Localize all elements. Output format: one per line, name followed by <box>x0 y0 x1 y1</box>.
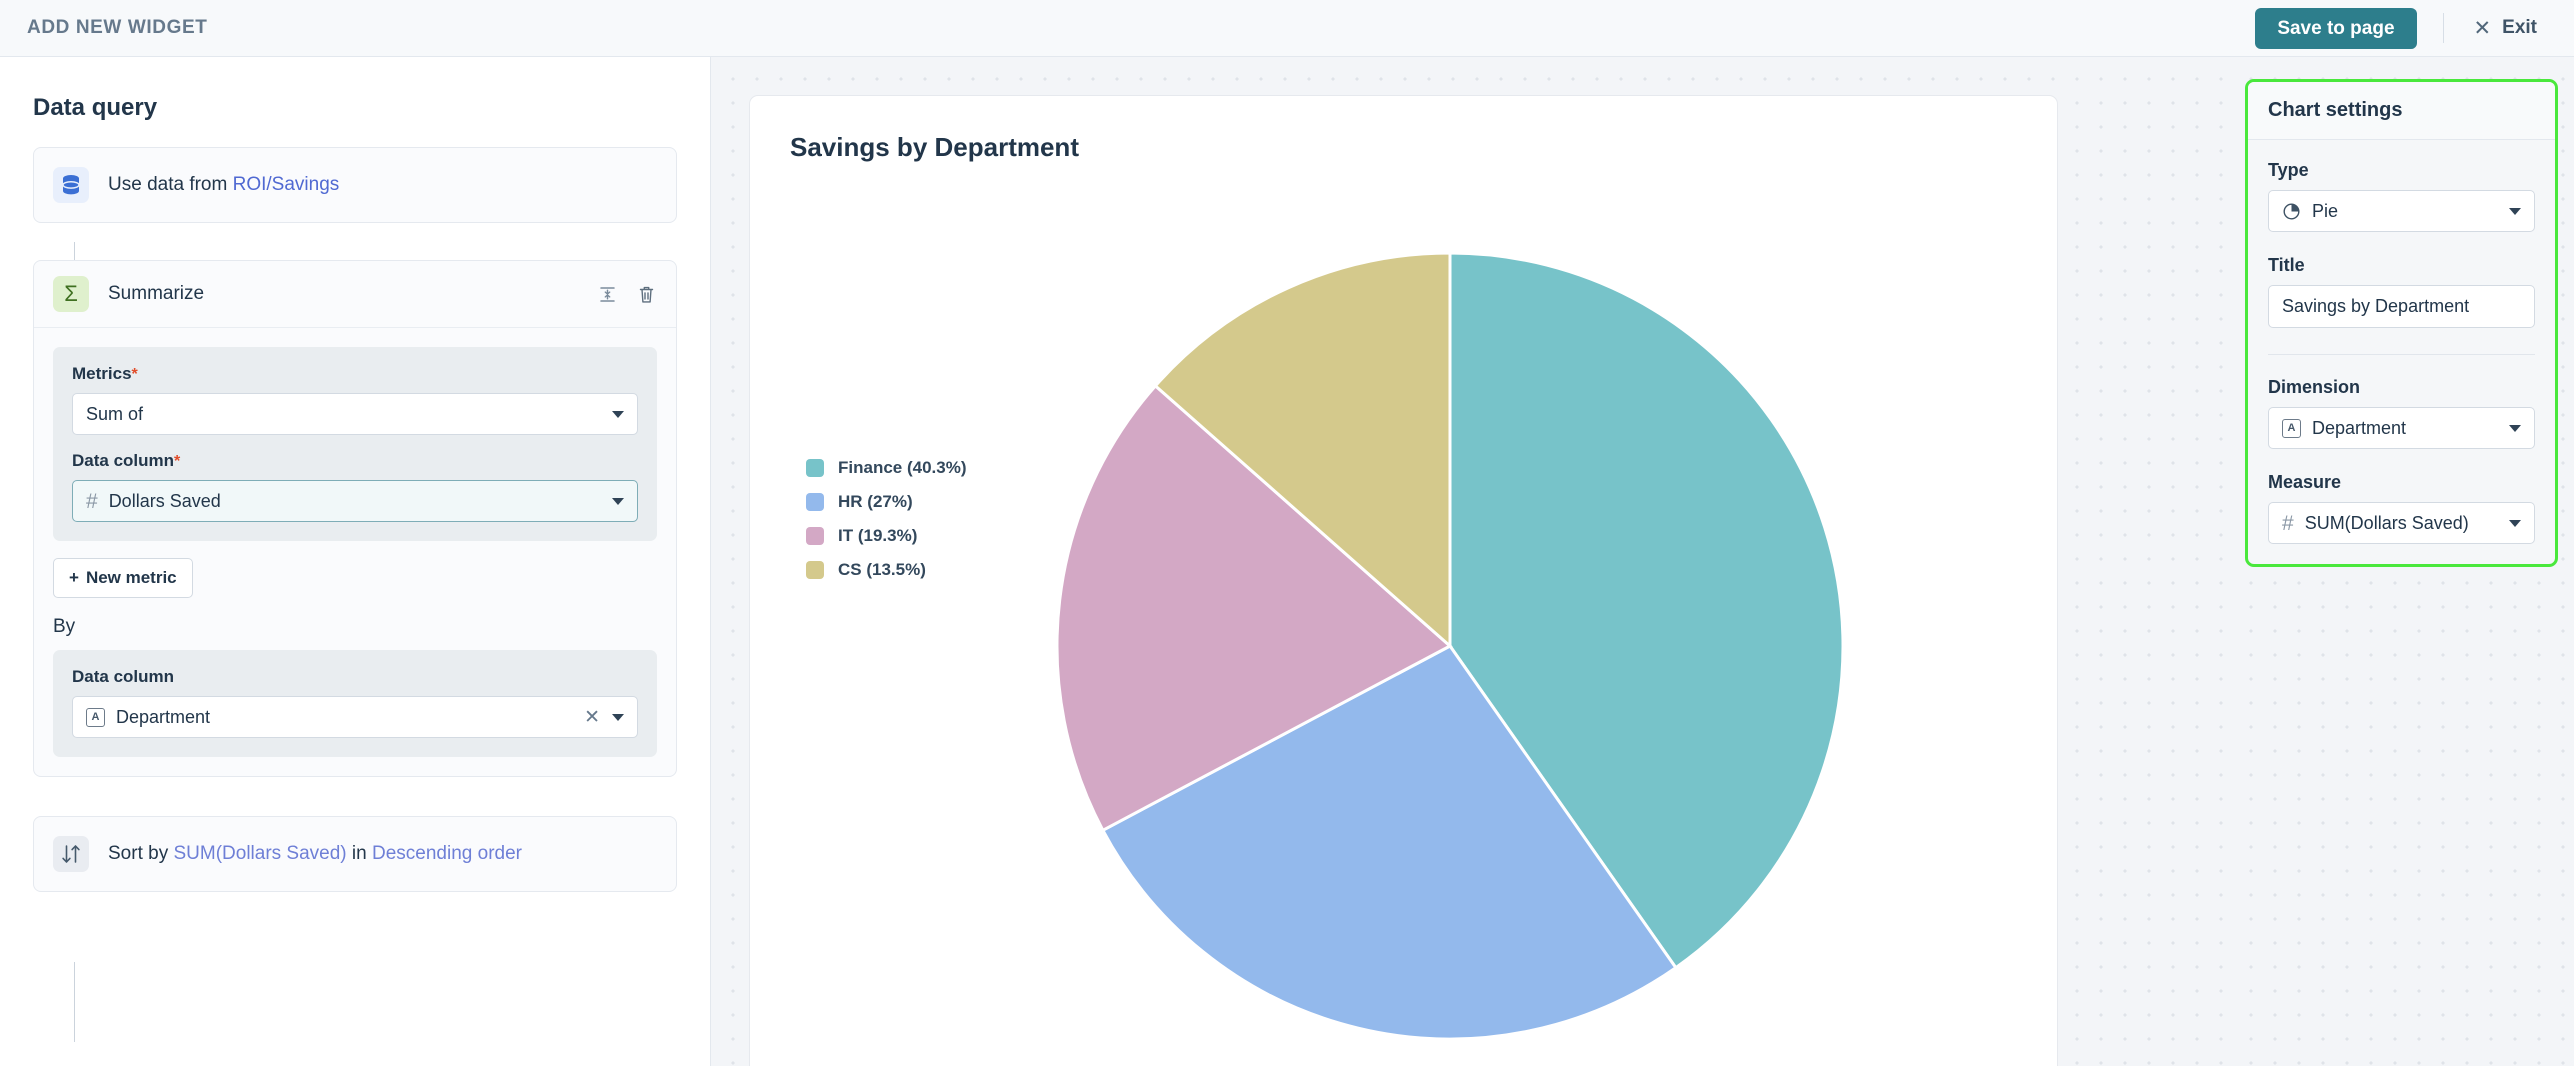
chevron-down-icon <box>2509 519 2521 527</box>
measure-label: Measure <box>2268 472 2342 492</box>
query-step-sort[interactable]: Sort by SUM(Dollars Saved) in Descending… <box>33 816 677 892</box>
legend-item[interactable]: IT (19.3%) <box>806 526 967 546</box>
chart-title-input[interactable] <box>2268 285 2535 328</box>
sort-prefix: Sort by <box>108 843 174 864</box>
chart-canvas: Savings by Department Finance (40.3%) HR… <box>711 57 2229 1066</box>
sort-step-text: Sort by SUM(Dollars Saved) in Descending… <box>108 843 522 865</box>
divider <box>2442 13 2444 43</box>
plus-icon: + <box>69 568 79 587</box>
metrics-label-text: Metrics <box>72 364 132 383</box>
clear-selection-icon[interactable]: ✕ <box>584 706 612 729</box>
summarize-header: Σ Summarize <box>34 261 676 328</box>
page-title: ADD NEW WIDGET <box>27 17 208 38</box>
trash-icon[interactable] <box>636 283 657 306</box>
metric-data-column-label: Data column* <box>72 451 638 471</box>
collapse-icon[interactable] <box>597 284 618 305</box>
dimension-select[interactable]: A Department <box>2268 407 2535 449</box>
metric-data-column-value: Dollars Saved <box>108 490 221 511</box>
data-query-panel: Data query Use data from ROI/Savings Σ S… <box>0 57 711 1066</box>
legend-swatch <box>806 527 824 545</box>
sigma-icon: Σ <box>53 276 89 312</box>
source-dataset-link[interactable]: ROI/Savings <box>233 174 340 195</box>
chevron-down-icon <box>2509 424 2521 432</box>
group-by-label: By <box>53 616 76 637</box>
required-marker: * <box>131 366 138 383</box>
metric-data-column-label-text: Data column <box>72 451 175 470</box>
legend-label: HR (27%) <box>838 492 913 511</box>
pie-chart[interactable] <box>1055 251 1845 1041</box>
title-label: Title <box>2268 255 2305 275</box>
text-icon: A <box>86 707 105 727</box>
chart-type-select[interactable]: Pie <box>2268 190 2535 232</box>
chart-plot-area: Finance (40.3%) HR (27%) IT (19.3%) CS (… <box>790 163 2017 1043</box>
data-query-heading: Data query <box>33 94 158 121</box>
new-metric-button[interactable]: + New metric <box>53 558 193 598</box>
summarize-title: Summarize <box>108 283 205 304</box>
number-icon: # <box>86 489 98 513</box>
measure-value: SUM(Dollars Saved) <box>2304 512 2469 533</box>
legend-swatch <box>806 561 824 579</box>
top-bar-actions: Save to page ✕ Exit <box>2255 7 2541 49</box>
step-connector <box>74 962 75 1042</box>
group-by-column-value: Department <box>116 706 211 727</box>
close-icon: ✕ <box>2473 16 2492 40</box>
chevron-down-icon <box>2509 207 2521 215</box>
legend-label: CS (13.5%) <box>838 560 926 579</box>
chart-legend: Finance (40.3%) HR (27%) IT (19.3%) CS (… <box>806 458 967 580</box>
chart-settings-panel: Chart settings Type Pie Title Savings by… <box>2245 79 2558 567</box>
exit-label: Exit <box>2502 17 2537 38</box>
sort-middle: in <box>346 843 372 864</box>
sort-measure-link[interactable]: SUM(Dollars Saved) <box>173 843 346 864</box>
measure-select[interactable]: # SUM(Dollars Saved) <box>2268 502 2535 544</box>
metrics-label: Metrics* <box>72 364 638 384</box>
number-icon: # <box>2282 511 2294 535</box>
legend-label: Finance (40.3%) <box>838 458 967 477</box>
summarize-body: Metrics* Sum of Data column* # Dollars S… <box>34 328 676 776</box>
metrics-aggregation-select[interactable]: Sum of <box>72 393 638 435</box>
group-by-data-column-label: Data column <box>72 667 175 686</box>
sort-order-link[interactable]: Descending order <box>372 843 522 864</box>
workspace: Data query Use data from ROI/Savings Σ S… <box>0 57 2574 1066</box>
summarize-actions <box>597 283 657 306</box>
metrics-aggregation-value: Sum of <box>86 403 144 424</box>
chevron-down-icon <box>612 713 624 721</box>
chart-settings-column: Chart settings Type Pie Title Savings by… <box>2229 57 2574 1066</box>
chevron-down-icon <box>612 497 624 505</box>
required-marker: * <box>174 453 181 470</box>
divider <box>2268 354 2535 355</box>
dimension-value: Department <box>2312 417 2407 438</box>
chart-type-value: Pie <box>2312 200 2339 221</box>
add-widget-screen: ADD NEW WIDGET Save to page ✕ Exit Data … <box>0 0 2574 1066</box>
source-step-text: Use data from ROI/Savings <box>108 174 339 196</box>
group-by-group: Data column A Department ✕ <box>53 650 657 757</box>
top-bar: ADD NEW WIDGET Save to page ✕ Exit <box>0 0 2574 57</box>
type-label: Type <box>2268 160 2309 180</box>
save-to-page-button[interactable]: Save to page <box>2255 7 2417 49</box>
query-step-summarize: Σ Summarize Metrics* Sum of Data column*… <box>33 260 677 777</box>
database-icon <box>53 167 89 203</box>
legend-item[interactable]: Finance (40.3%) <box>806 458 967 478</box>
text-icon: A <box>2282 418 2301 438</box>
legend-swatch <box>806 459 824 477</box>
chart-preview-card[interactable]: Savings by Department Finance (40.3%) HR… <box>749 95 2058 1066</box>
query-step-source[interactable]: Use data from ROI/Savings <box>33 147 677 223</box>
legend-item[interactable]: HR (27%) <box>806 492 967 512</box>
sort-icon <box>53 836 89 872</box>
source-step-prefix: Use data from <box>108 174 233 195</box>
legend-swatch <box>806 493 824 511</box>
chart-settings-header: Chart settings <box>2248 82 2555 140</box>
exit-button[interactable]: ✕ Exit <box>2470 11 2541 45</box>
new-metric-label: New metric <box>85 568 177 587</box>
dimension-label: Dimension <box>2268 377 2361 397</box>
chart-title: Savings by Department <box>790 132 1079 162</box>
group-by-column-select[interactable]: A Department ✕ <box>72 696 638 738</box>
legend-item[interactable]: CS (13.5%) <box>806 560 967 580</box>
pie-chart-icon <box>2282 202 2301 221</box>
chart-settings-body: Type Pie Title Dim <box>2248 140 2555 564</box>
metric-group: Metrics* Sum of Data column* # Dollars S… <box>53 347 657 541</box>
metric-data-column-select[interactable]: # Dollars Saved <box>72 480 638 522</box>
chevron-down-icon <box>612 410 624 418</box>
legend-label: IT (19.3%) <box>838 526 918 545</box>
